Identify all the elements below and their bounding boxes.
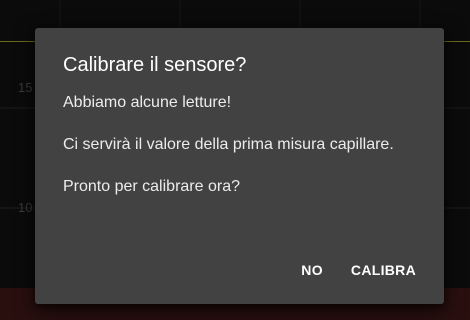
dialog-message-capillary: Ci servirà il valore della prima misura … <box>63 136 394 153</box>
dialog-body: Abbiamo alcune letture! Ci servirà il va… <box>63 92 416 197</box>
dialog-actions: NO CALIBRA <box>293 252 424 288</box>
y-axis-label-10: 10 <box>18 200 33 215</box>
calibrate-button[interactable]: CALIBRA <box>343 252 424 288</box>
dialog-message-ready: Pronto per calibrare ora? <box>63 178 240 195</box>
dialog-title: Calibrare il sensore? <box>63 54 247 76</box>
y-axis-label-15: 15 <box>18 80 33 95</box>
no-button[interactable]: NO <box>293 252 331 288</box>
app-screen: 15 10 Calibrare il sensore? Abbiamo alcu… <box>0 0 470 320</box>
dialog-message-readings: Abbiamo alcune letture! <box>63 94 232 111</box>
calibration-dialog: Calibrare il sensore? Abbiamo alcune let… <box>35 28 444 304</box>
